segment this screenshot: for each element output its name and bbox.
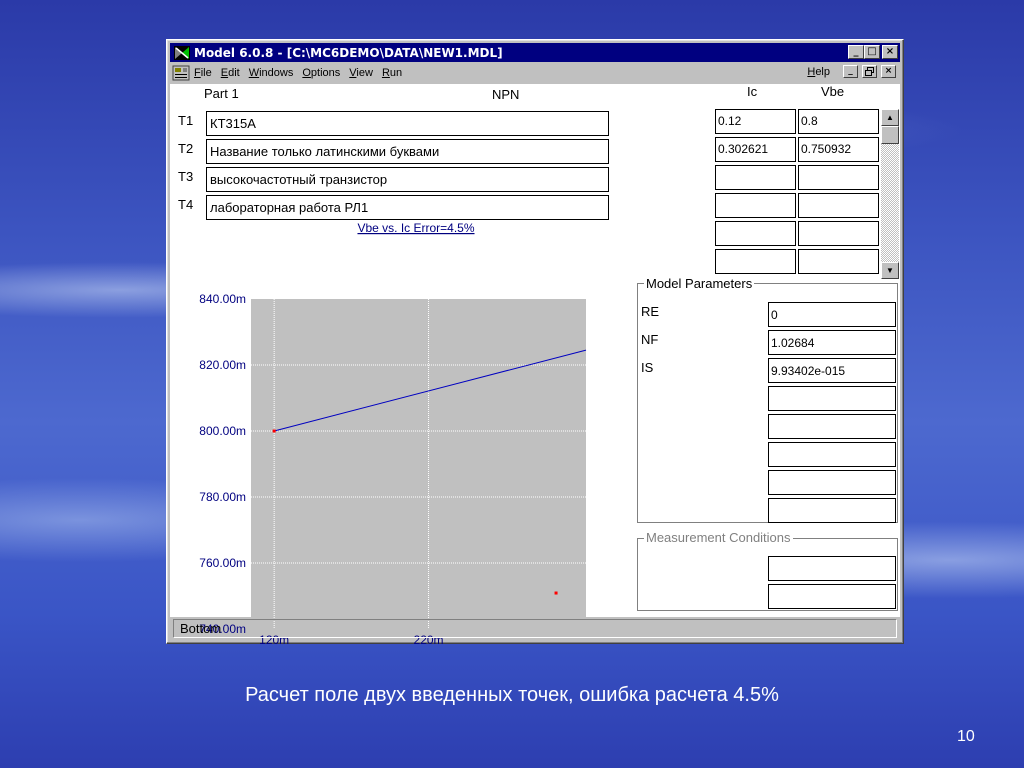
data-point [554, 591, 558, 595]
menu-edit[interactable]: Edit [221, 67, 240, 79]
ic-cell[interactable]: 0.12 [715, 109, 796, 134]
page-number: 10 [957, 728, 975, 745]
maximize-button[interactable]: □ [864, 45, 880, 59]
minimize-button[interactable]: _ [848, 45, 864, 59]
ic-cell[interactable] [715, 249, 796, 274]
t2-label: T2 [178, 141, 194, 156]
t2-field[interactable]: Название только латинскими буквами [206, 139, 609, 164]
document-icon[interactable] [172, 65, 190, 81]
t3-label: T3 [178, 169, 194, 184]
model-parameters-title: Model Parameters [644, 276, 755, 291]
mdi-restore-button[interactable] [862, 65, 877, 78]
param-field[interactable] [768, 414, 896, 439]
data-point [272, 429, 276, 433]
menu-run[interactable]: Run [382, 67, 402, 79]
ic-cell[interactable] [715, 221, 796, 246]
param-field-nf[interactable]: 1.02684 [768, 330, 896, 355]
menu-windows[interactable]: Windows [249, 67, 294, 79]
param-label-is: IS [641, 360, 654, 375]
param-label-re: RE [641, 304, 660, 319]
vbe-cell[interactable]: 0.8 [798, 109, 879, 134]
model-window: Model 6.0.8 - [C:\MC6DEMO\DATA\NEW1.MDL]… [166, 39, 904, 647]
window-title: Model 6.0.8 - [C:\MC6DEMO\DATA\NEW1.MDL] [194, 45, 503, 60]
y-tick-label: 840.00m [199, 292, 246, 306]
mdi-minimize-button[interactable]: _ [843, 65, 858, 78]
param-field-is[interactable]: 9.93402e-015 [768, 358, 896, 383]
param-field[interactable] [768, 386, 896, 411]
param-field-re[interactable]: 0 [768, 302, 896, 327]
part-label: Part 1 [204, 86, 239, 101]
vbe-cell[interactable]: 0.750932 [798, 137, 879, 162]
vbe-cell[interactable] [798, 165, 879, 190]
menu-bar: File Edit Windows Options View Run Help … [170, 63, 900, 83]
menu-help[interactable]: Help [807, 66, 830, 78]
y-tick-label: 800.00m [199, 424, 246, 438]
scroll-up-button[interactable]: ▲ [881, 109, 899, 126]
t3-field[interactable]: высокочастотный транзистор [206, 167, 609, 192]
y-tick-label: 780.00m [199, 490, 246, 504]
close-button[interactable]: × [882, 45, 898, 59]
t4-label: T4 [178, 197, 194, 212]
param-field[interactable] [768, 442, 896, 467]
ic-column-header: Ic [747, 84, 758, 99]
menu-options[interactable]: Options [302, 67, 340, 79]
status-bar: Bottom [173, 619, 897, 638]
measurement-field[interactable] [768, 556, 896, 581]
part-type: NPN [492, 87, 520, 102]
app-icon [174, 45, 190, 60]
vbe-cell[interactable] [798, 249, 879, 274]
measurement-field[interactable] [768, 584, 896, 609]
vbe-cell[interactable] [798, 221, 879, 246]
ic-cell[interactable] [715, 193, 796, 218]
mdi-close-button[interactable]: × [881, 65, 896, 78]
model-editor: Part 1 NPN T1 КТ315А T2 Название только … [170, 84, 900, 647]
scroll-thumb[interactable] [881, 126, 899, 144]
param-label-nf: NF [641, 332, 659, 347]
chart-title: Vbe vs. Ic Error=4.5% [357, 221, 474, 235]
plot-area [251, 299, 586, 629]
title-bar[interactable]: Model 6.0.8 - [C:\MC6DEMO\DATA\NEW1.MDL]… [170, 43, 900, 62]
y-tick-label: 820.00m [199, 358, 246, 372]
slide-caption: Расчет поле двух введенных точек, ошибка… [245, 684, 779, 706]
scroll-down-button[interactable]: ▼ [881, 262, 899, 279]
menu-view[interactable]: View [349, 67, 373, 79]
ic-cell[interactable] [715, 165, 796, 190]
measurement-conditions-title: Measurement Conditions [644, 530, 793, 545]
param-field[interactable] [768, 498, 896, 523]
vbe-ic-chart: Vbe vs. Ic Error=4.5% 840.00m 820.00m 800.… [199, 221, 587, 647]
vbe-cell[interactable] [798, 193, 879, 218]
y-tick-label: 760.00m [199, 556, 246, 570]
t1-field[interactable]: КТ315А [206, 111, 609, 136]
t1-label: T1 [178, 113, 194, 128]
menu-file[interactable]: File [194, 67, 212, 79]
vbe-column-header: Vbe [821, 84, 845, 99]
param-field[interactable] [768, 470, 896, 495]
ic-cell[interactable]: 0.302621 [715, 137, 796, 162]
table-scrollbar[interactable]: ▲ ▼ [881, 109, 899, 279]
